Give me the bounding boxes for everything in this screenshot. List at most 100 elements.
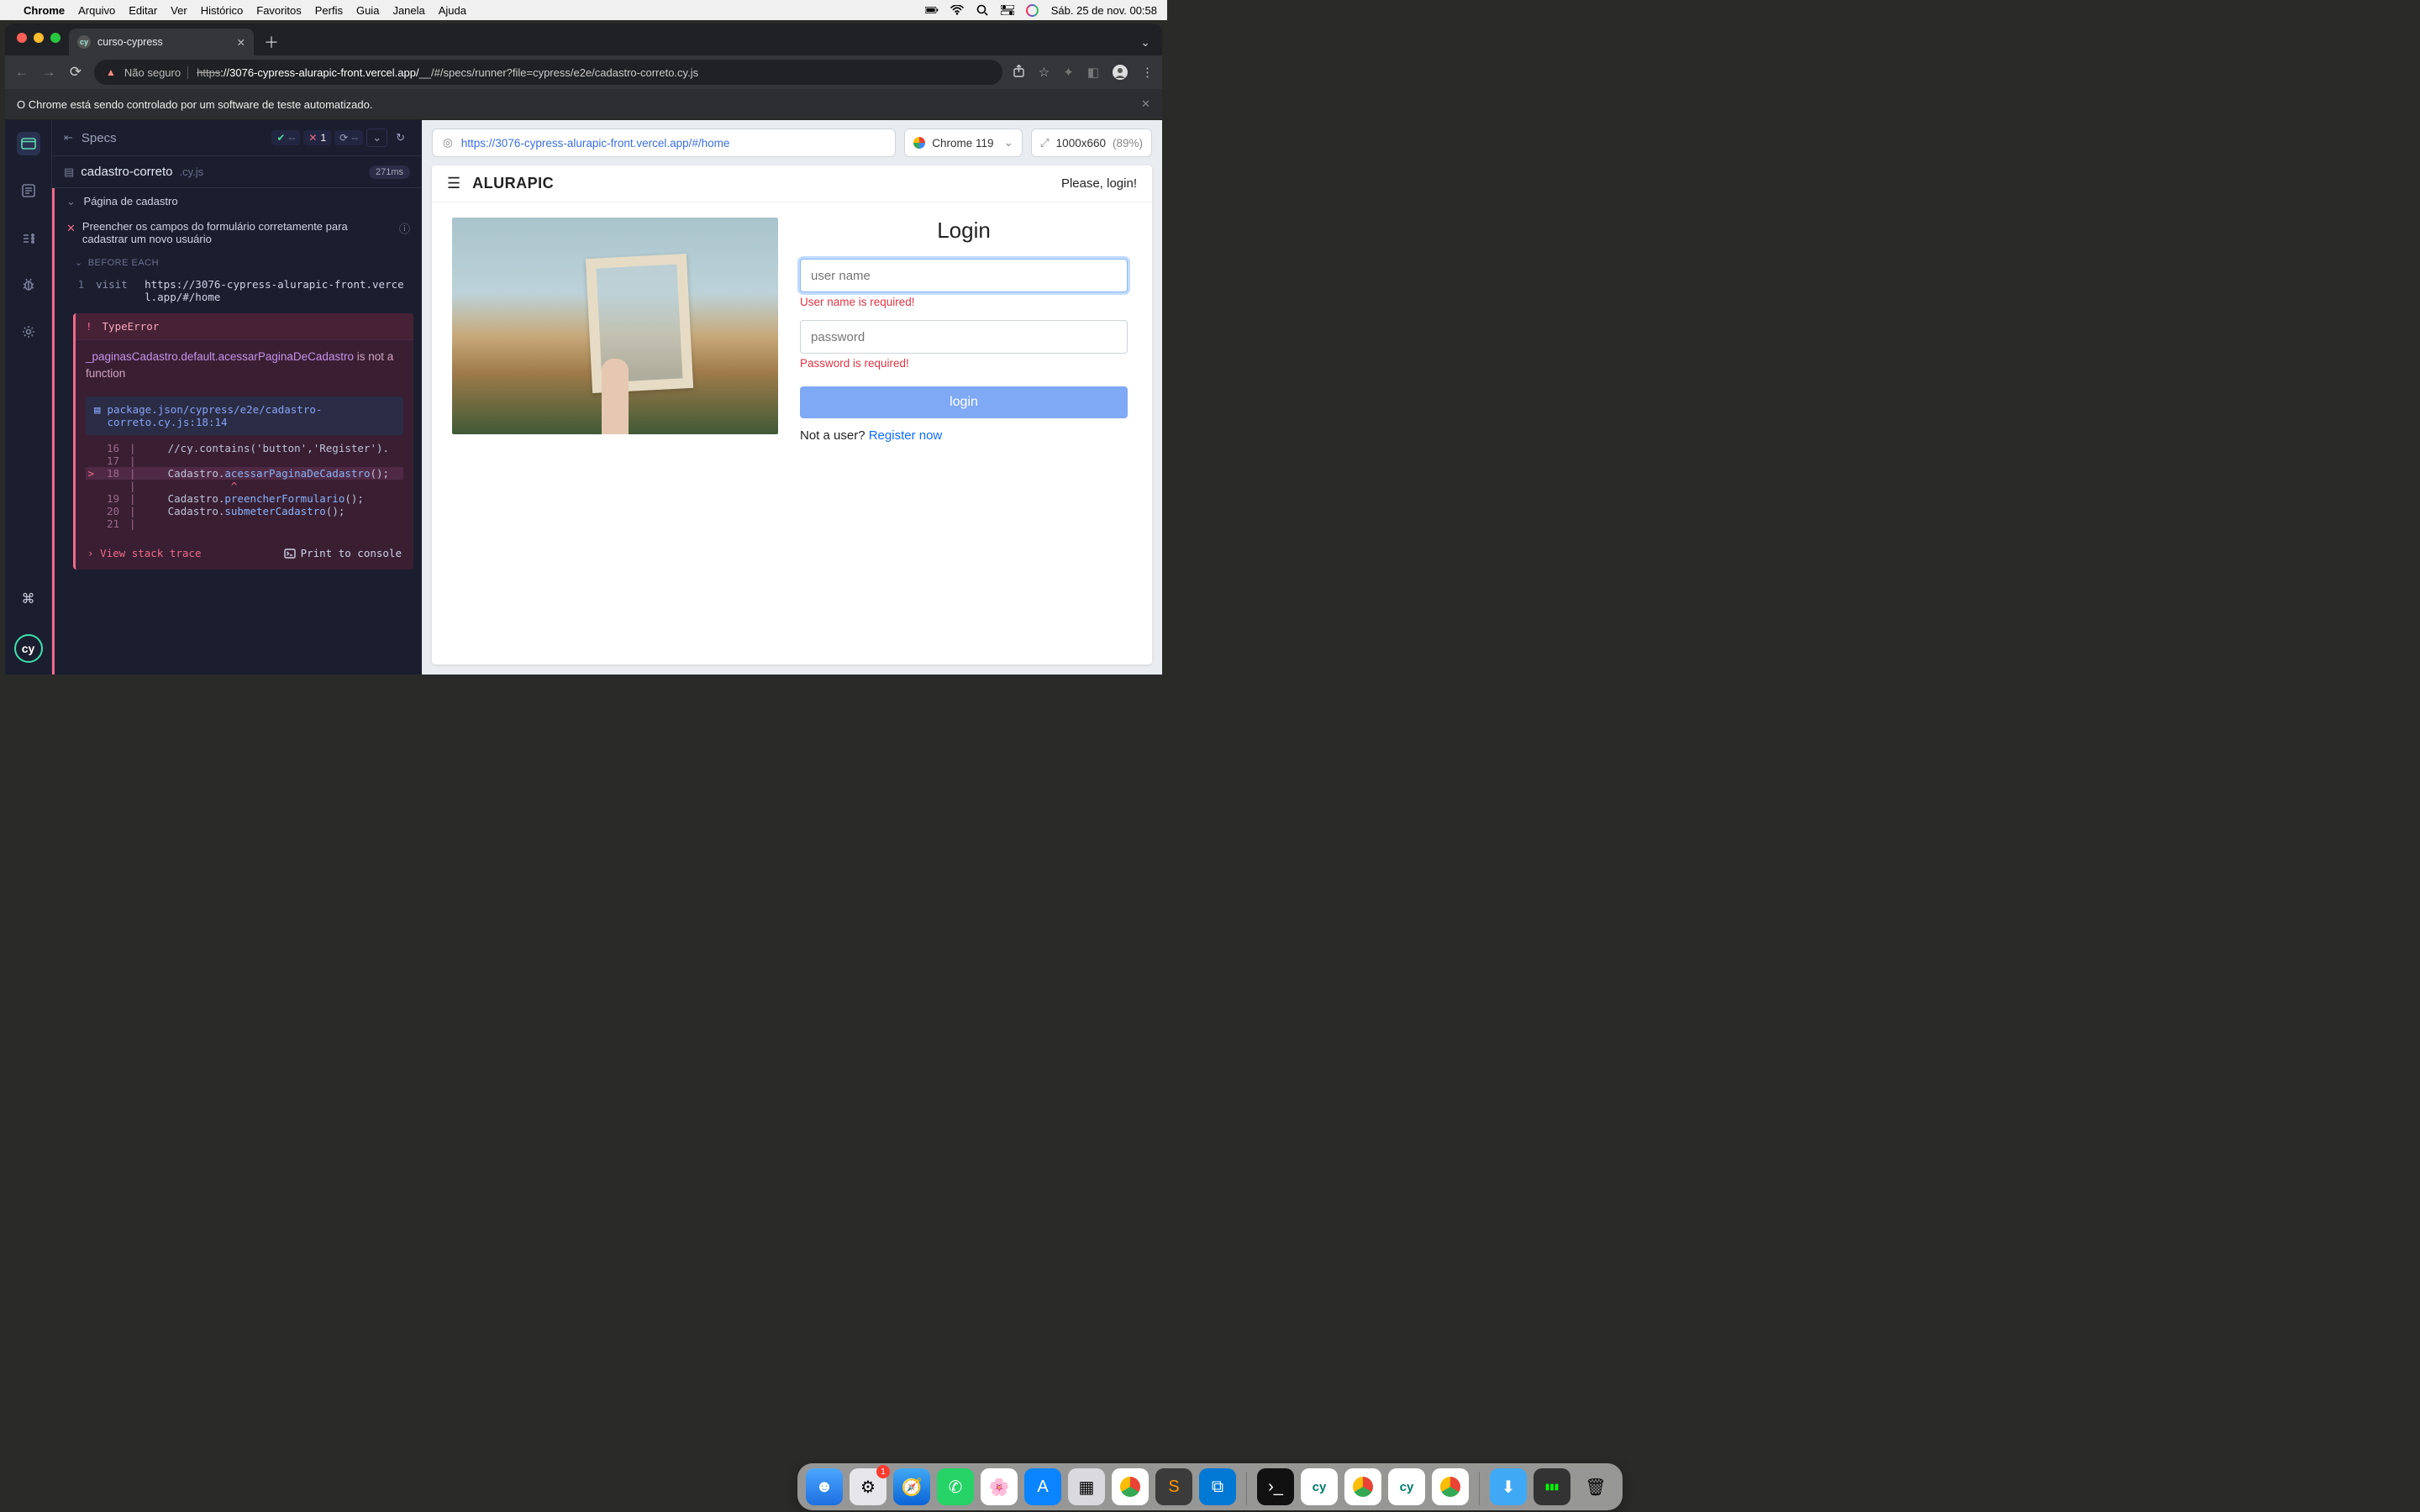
hero-image	[452, 218, 778, 434]
menu-historico[interactable]: Histórico	[201, 4, 244, 17]
bookmark-star-icon[interactable]: ☆	[1039, 65, 1050, 80]
password-input[interactable]	[800, 320, 1128, 354]
menu-ajuda[interactable]: Ajuda	[439, 4, 466, 17]
rail-settings-icon[interactable]	[17, 320, 40, 344]
dock-vscode-icon[interactable]: ⧉	[1199, 1468, 1236, 1505]
profile-icon[interactable]	[1113, 65, 1128, 80]
share-icon[interactable]	[1013, 65, 1025, 80]
error-file-link[interactable]: ▤ package.json/cypress/e2e/cadastro-corr…	[86, 396, 403, 435]
tab-close-icon[interactable]: ✕	[237, 36, 245, 49]
dock-whatsapp-icon[interactable]: ✆	[937, 1468, 974, 1505]
siri-icon[interactable]	[1026, 4, 1039, 17]
chrome-tabstrip: cy curso-cypress ✕ ＋ ⌄	[5, 24, 1162, 55]
brand-title[interactable]: ALURAPIC	[472, 175, 554, 192]
menu-favoritos[interactable]: Favoritos	[256, 4, 301, 17]
dock-chrome-icon[interactable]	[1112, 1468, 1149, 1505]
sidepanel-icon[interactable]: ◧	[1087, 65, 1099, 80]
dock-separator	[1479, 1472, 1480, 1505]
kebab-menu-icon[interactable]: ⋮	[1141, 65, 1154, 80]
spec-file-row[interactable]: ▤ cadastro-correto.cy.js 271ms	[52, 156, 422, 188]
dock-launchpad-icon[interactable]: ▦	[1068, 1468, 1105, 1505]
dock-terminal-icon[interactable]: ›_	[1257, 1468, 1294, 1505]
viewport-selector[interactable]: ⤢ 1000x660 (89%)	[1031, 129, 1152, 157]
rail-keyboard-icon[interactable]: ⌘	[17, 587, 40, 611]
dock-settings-icon[interactable]: ⚙1	[850, 1468, 886, 1505]
automation-banner-text: O Chrome está sendo controlado por um so…	[17, 98, 372, 111]
chevron-down-icon: ⌄	[66, 195, 76, 207]
stats-passed: ✔--	[271, 130, 300, 145]
chevron-down-icon: ⌄	[75, 257, 83, 268]
battery-icon[interactable]	[925, 5, 939, 15]
menu-arquivo[interactable]: Arquivo	[78, 4, 115, 17]
dock-downloads-icon[interactable]: ⬇	[1490, 1468, 1527, 1505]
spotlight-icon[interactable]	[976, 4, 989, 16]
test-info-icon[interactable]: ⓘ	[399, 220, 410, 236]
rail-runs-icon[interactable]	[17, 179, 40, 202]
stats-pending: ⟳--	[334, 130, 363, 145]
dock-trash-icon[interactable]: 🗑	[1577, 1468, 1614, 1505]
wifi-icon[interactable]	[950, 5, 964, 15]
automation-banner-close-icon[interactable]: ✕	[1141, 97, 1150, 111]
dock-chrome3-icon[interactable]	[1432, 1468, 1469, 1505]
menu-guia[interactable]: Guia	[356, 4, 379, 17]
tabs-menu-chevron-icon[interactable]: ⌄	[1128, 35, 1162, 50]
window-zoom[interactable]	[50, 33, 60, 43]
menu-janela[interactable]: Janela	[392, 4, 424, 17]
chrome-toolbar: ← → ⟳ ▲ Não seguro https://3076-cypress-…	[5, 55, 1162, 89]
dock-cypress2-icon[interactable]: cy	[1388, 1468, 1425, 1505]
dock-chrome2-icon[interactable]	[1344, 1468, 1381, 1505]
command-row[interactable]: 1 visit https://3076-cypress-alurapic-fr…	[55, 273, 422, 308]
view-stack-trace-link[interactable]: › View stack trace	[87, 547, 201, 559]
window-minimize[interactable]	[34, 33, 44, 43]
extensions-icon[interactable]: ✦	[1063, 65, 1074, 80]
spec-file-name: cadastro-correto	[81, 165, 172, 179]
control-center-icon[interactable]	[1001, 5, 1014, 15]
hamburger-menu-icon[interactable]: ☰	[447, 175, 460, 192]
menu-perfis[interactable]: Perfis	[315, 4, 343, 17]
dock-cypress-icon[interactable]: cy	[1301, 1468, 1338, 1505]
rail-debug-icon[interactable]	[17, 226, 40, 249]
aut-url-bar[interactable]: ◎ https://3076-cypress-alurapic-front.ve…	[432, 129, 896, 157]
rail-specs-icon[interactable]	[17, 132, 40, 155]
fail-x-icon: ✕	[66, 222, 76, 235]
username-input[interactable]	[800, 259, 1128, 292]
cypress-reporter-panel: ⇤ Specs ✔-- ✕1 ⟳-- ⌄ ↻ ▤ cadastro-corret…	[52, 120, 422, 675]
aut-frame: ☰ ALURAPIC Please, login! Login User nam…	[432, 165, 1152, 664]
describe-block[interactable]: ⌄ Página de cadastro	[55, 188, 422, 213]
window-controls[interactable]	[13, 33, 69, 51]
menu-editar[interactable]: Editar	[129, 4, 157, 17]
nav-reload-icon[interactable]: ⟳	[67, 64, 84, 81]
dock-photos-icon[interactable]: 🌸	[981, 1468, 1018, 1505]
address-bar[interactable]: ▲ Não seguro https://3076-cypress-alurap…	[94, 60, 1002, 85]
error-bang-icon: !	[86, 320, 92, 333]
cypress-logo-icon[interactable]: cy	[14, 634, 43, 663]
browser-tab[interactable]: cy curso-cypress ✕	[69, 29, 254, 55]
aut-preview-pane: ◎ https://3076-cypress-alurapic-front.ve…	[422, 120, 1162, 675]
dock-sublime-icon[interactable]: S	[1155, 1468, 1192, 1505]
window-close[interactable]	[17, 33, 27, 43]
stats-dropdown-icon[interactable]: ⌄	[366, 129, 387, 147]
dock-finder-icon[interactable]: ☻	[806, 1468, 843, 1505]
stats-failed: ✕1	[303, 130, 331, 145]
print-to-console-button[interactable]: Print to console	[284, 547, 402, 559]
dock-appstore-icon[interactable]: A	[1024, 1468, 1061, 1505]
selector-playground-icon[interactable]: ◎	[443, 136, 453, 150]
security-warning-icon[interactable]: ▲	[106, 66, 116, 78]
register-link[interactable]: Register now	[869, 428, 943, 443]
browser-selector[interactable]: Chrome 119 ⌄	[904, 129, 1023, 157]
login-button[interactable]: login	[800, 386, 1128, 418]
menubar-clock[interactable]: Sáb. 25 de nov. 00:58	[1051, 4, 1157, 17]
rail-bug-icon[interactable]	[17, 273, 40, 297]
rerun-icon[interactable]: ↻	[391, 131, 410, 144]
new-tab-button[interactable]: ＋	[254, 31, 289, 53]
address-url: https://3076-cypress-alurapic-front.verc…	[197, 66, 698, 79]
spec-duration: 271ms	[369, 165, 410, 179]
dock-safari-icon[interactable]: 🧭	[893, 1468, 930, 1505]
menu-ver[interactable]: Ver	[171, 4, 187, 17]
error-type: TypeError	[103, 320, 160, 333]
nav-back-icon[interactable]: ←	[13, 64, 30, 81]
menubar-app-name[interactable]: Chrome	[24, 4, 65, 17]
dock-folder-icon[interactable]: ▮▮▮	[1534, 1468, 1570, 1505]
test-row-failed[interactable]: ✕ Preencher os campos do formulário corr…	[55, 213, 422, 252]
specs-back-icon[interactable]: ⇤	[64, 131, 73, 144]
